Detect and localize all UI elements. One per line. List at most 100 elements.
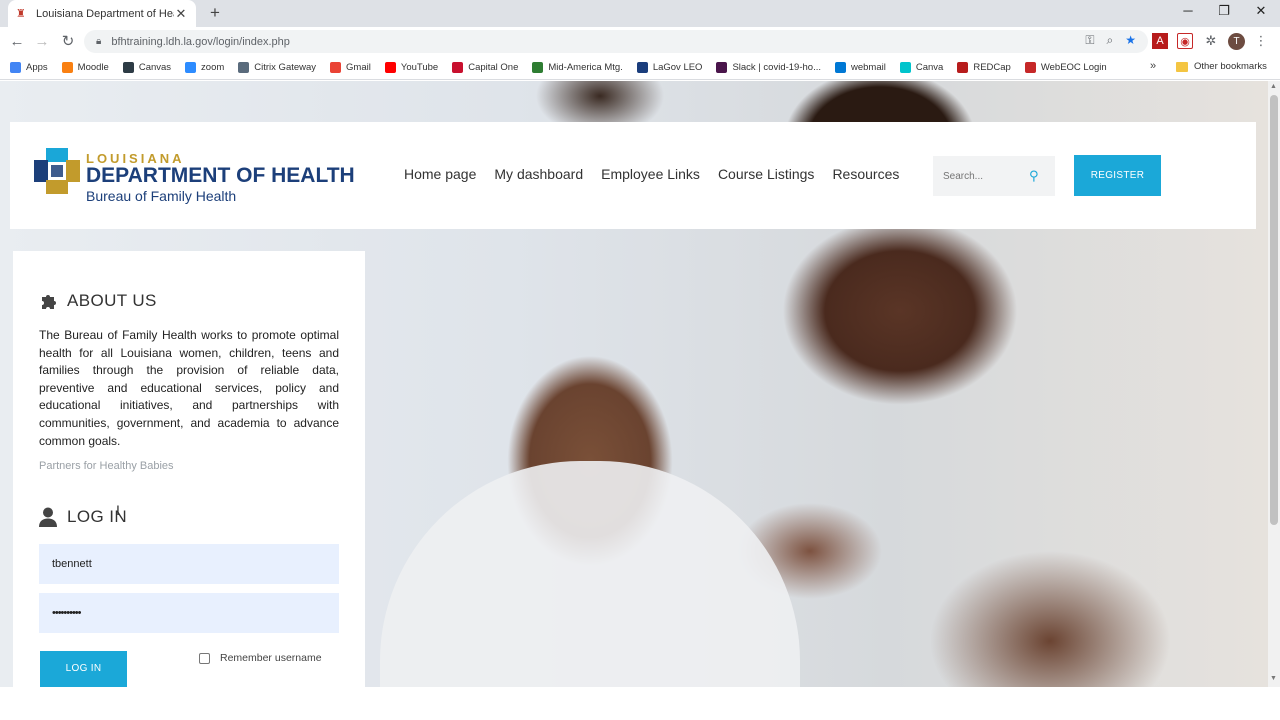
screen-recorder-extension-icon[interactable]: ◉: [1177, 33, 1193, 49]
about-title: ABOUT US: [67, 291, 157, 310]
bookmark-label: YouTube: [400, 62, 439, 73]
logo-department-text: DEPARTMENT OF HEALTH: [86, 164, 355, 187]
more-bookmarks-icon[interactable]: »: [1150, 60, 1156, 72]
bookmark-label: WebEOC Login: [1040, 62, 1107, 73]
window-close-icon[interactable]: ✕: [1251, 3, 1271, 19]
password-field[interactable]: ••••••••••: [39, 593, 339, 633]
ldh-favicon-icon: ♜: [16, 7, 26, 20]
bookmark-label: Slack | covid-19-ho...: [732, 62, 821, 73]
folder-icon: [1176, 61, 1188, 72]
bookmarks-bar: Apps Moodle Canvas zoom Citrix Gateway Gmail Y…: [0, 56, 1280, 80]
bookmark-item[interactable]: Canva: [899, 62, 944, 73]
hero-photo-detail: [380, 461, 800, 687]
nav-home-page[interactable]: Home page: [404, 166, 476, 182]
restore-icon[interactable]: ❐: [1214, 3, 1234, 19]
reload-icon[interactable]: ↻: [58, 32, 78, 52]
username-field[interactable]: tbennett: [39, 544, 339, 584]
apps-grid-icon: [10, 62, 21, 73]
bookmark-item[interactable]: WebEOC Login: [1024, 62, 1107, 73]
bookmark-label: Moodle: [77, 62, 109, 73]
bookmark-item[interactable]: Citrix Gateway: [238, 62, 316, 73]
citrix-icon: [238, 62, 250, 73]
address-bar[interactable]: 🔒︎ bfhtraining.ldh.la.gov/login/index.ph…: [84, 30, 1148, 53]
google-icon: [330, 62, 342, 73]
bookmark-item[interactable]: zoom: [185, 62, 224, 73]
bookmark-item[interactable]: webmail: [835, 62, 886, 73]
bookmark-label: REDCap: [973, 62, 1011, 73]
menu-kebab-icon[interactable]: ⋮: [1253, 33, 1269, 49]
scrollbar-thumb[interactable]: [1270, 95, 1278, 525]
remember-label: Remember username: [220, 652, 322, 664]
search-icon[interactable]: ⚲: [1029, 168, 1039, 184]
text-cursor-icon: I: [116, 502, 120, 518]
bookmark-item[interactable]: LaGov LEO: [636, 62, 702, 73]
bookmark-label: Gmail: [346, 62, 371, 73]
extensions-puzzle-icon[interactable]: ✲: [1203, 33, 1219, 49]
bookmark-item[interactable]: Capital One: [452, 62, 518, 73]
canvas-icon: [122, 62, 134, 73]
canva-icon: [899, 62, 911, 73]
remember-username[interactable]: Remember username: [199, 652, 322, 664]
other-bookmarks[interactable]: Other bookmarks: [1176, 61, 1267, 72]
moodle-icon: [61, 62, 73, 73]
bookmark-label: Apps: [26, 62, 48, 73]
puzzle-icon: [42, 295, 56, 309]
minimize-icon[interactable]: ─: [1178, 3, 1198, 18]
page-scrollbar[interactable]: ▲ ▼: [1268, 81, 1280, 687]
outlook-icon: [835, 62, 846, 73]
site-logo[interactable]: LOUISIANA DEPARTMENT OF HEALTH Bureau of…: [86, 152, 355, 205]
bookmark-item[interactable]: REDCap: [957, 62, 1011, 73]
bookmark-item[interactable]: Apps: [10, 62, 48, 73]
scroll-down-icon[interactable]: ▼: [1270, 675, 1277, 682]
bookmark-item[interactable]: Gmail: [330, 62, 371, 73]
bookmark-item[interactable]: Canvas: [122, 62, 171, 73]
tab-close-icon[interactable]: ✕: [174, 6, 188, 22]
bookmark-label: Canva: [915, 62, 944, 73]
bookmark-label: Citrix Gateway: [254, 62, 317, 73]
ldh-logo-icon: [34, 148, 80, 194]
page-viewport: LOUISIANA DEPARTMENT OF HEALTH Bureau of…: [0, 81, 1268, 687]
nav-my-dashboard[interactable]: My dashboard: [494, 166, 583, 182]
about-heading: ABOUT US: [39, 291, 157, 311]
search-input[interactable]: [943, 170, 1029, 182]
tab-title: Louisiana Department of Health: [36, 7, 174, 20]
browser-tab[interactable]: ♜ Louisiana Department of Health ✕: [8, 0, 196, 27]
register-button[interactable]: REGISTER: [1074, 155, 1161, 196]
nav-resources[interactable]: Resources: [832, 166, 899, 182]
partners-link[interactable]: Partners for Healthy Babies: [39, 460, 174, 472]
new-tab-icon[interactable]: +: [206, 4, 224, 22]
mortgage-icon: [532, 62, 544, 73]
page-bottom-edge: [0, 687, 1280, 720]
nav-course-listings[interactable]: Course Listings: [718, 166, 815, 182]
about-description: The Bureau of Family Health works to pro…: [39, 328, 339, 448]
bookmark-item[interactable]: Moodle: [61, 62, 109, 73]
profile-avatar[interactable]: T: [1228, 33, 1245, 50]
remember-checkbox[interactable]: [199, 652, 210, 664]
bookmark-star-icon[interactable]: ★: [1125, 33, 1136, 48]
user-icon: [39, 507, 57, 527]
browser-tab-strip: ♜ Louisiana Department of Health ✕ + ─ ❐…: [0, 0, 1280, 27]
bookmark-label: Mid-America Mtg.: [548, 62, 623, 73]
key-icon[interactable]: ⚿: [1085, 33, 1094, 48]
webeoc-icon: [1024, 62, 1036, 73]
back-arrow-icon[interactable]: ←: [7, 32, 27, 52]
forward-arrow-icon[interactable]: →: [32, 32, 52, 52]
bookmark-item[interactable]: YouTube: [384, 62, 439, 73]
scroll-up-icon[interactable]: ▲: [1270, 83, 1277, 90]
bookmark-item[interactable]: Mid-America Mtg.: [532, 62, 623, 73]
lock-icon: 🔒︎: [96, 36, 102, 47]
bookmark-item[interactable]: Slack | covid-19-ho...: [716, 62, 821, 73]
nav-employee-links[interactable]: Employee Links: [601, 166, 700, 182]
site-search: ⚲: [933, 156, 1055, 196]
bookmark-label: Capital One: [468, 62, 519, 73]
acrobat-extension-icon[interactable]: A: [1152, 33, 1168, 49]
redcap-icon: [957, 62, 969, 73]
login-button[interactable]: LOG IN: [40, 651, 127, 687]
zoom-magnifier-icon[interactable]: ⌕: [1107, 33, 1114, 48]
bookmark-label: webmail: [851, 62, 886, 73]
zoom-icon: [185, 62, 197, 73]
lagov-icon: [636, 62, 648, 73]
slack-icon: [716, 62, 728, 73]
capital-one-icon: [452, 62, 464, 73]
browser-toolbar: ← → ↻ 🔒︎ bfhtraining.ldh.la.gov/login/in…: [0, 27, 1280, 56]
